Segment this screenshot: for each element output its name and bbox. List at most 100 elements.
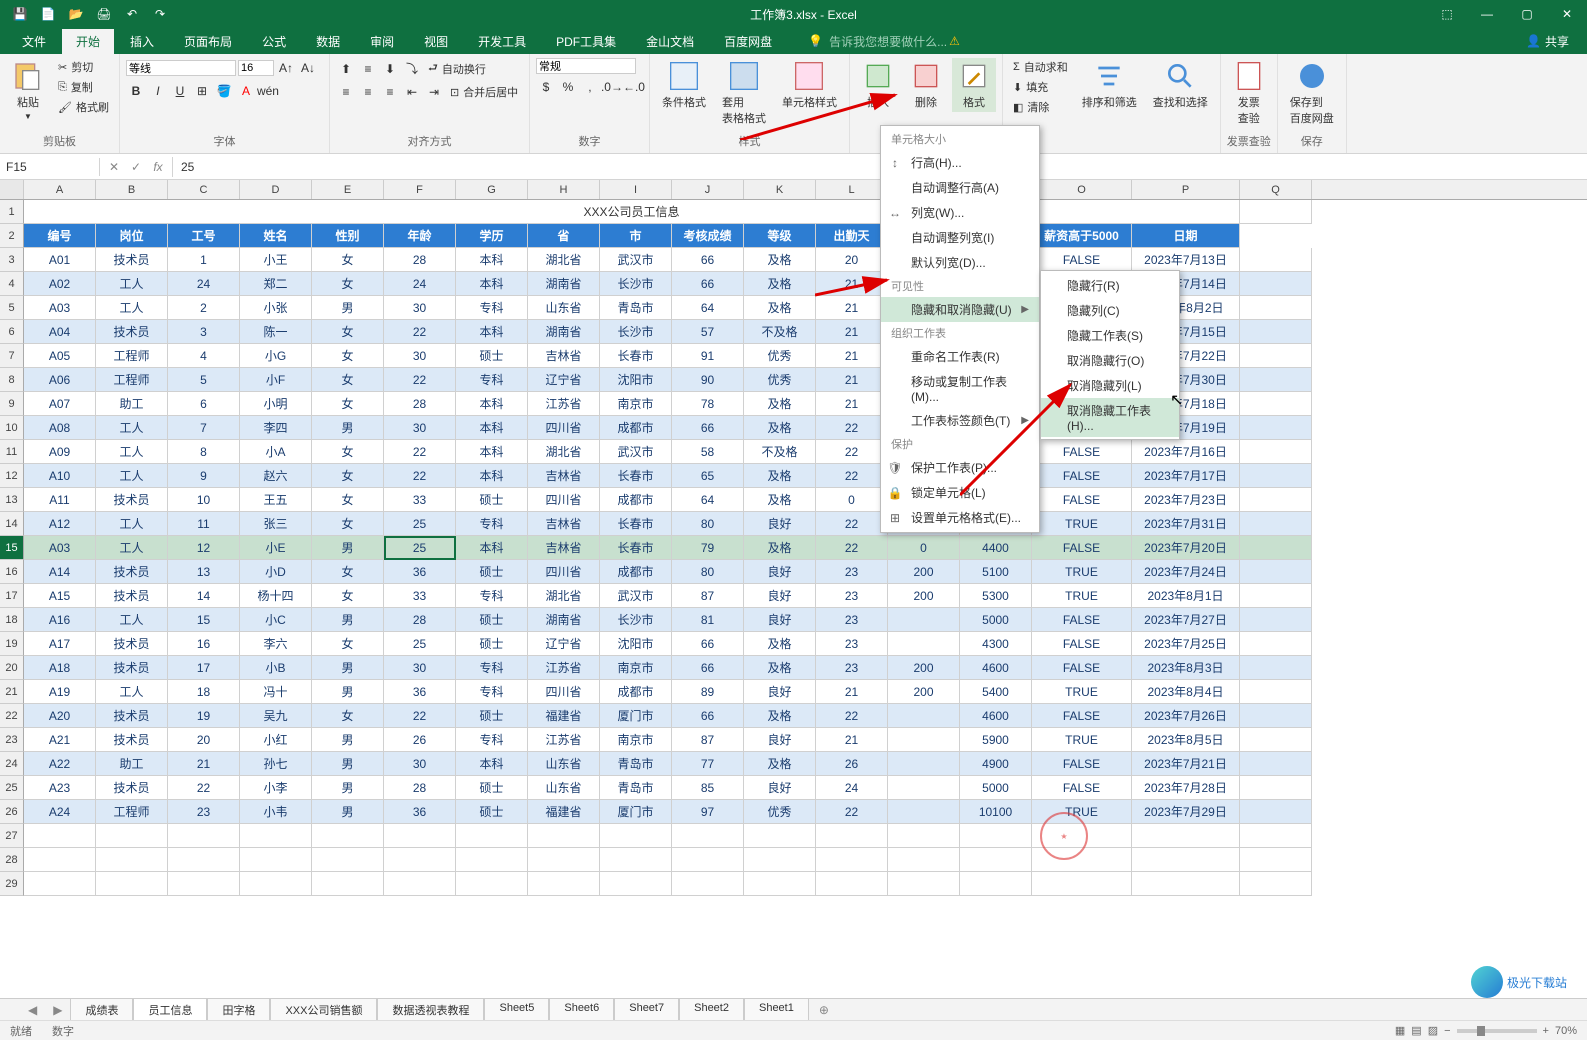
data-cell[interactable]: 2023年8月4日: [1132, 680, 1240, 704]
data-cell[interactable]: 赵六: [240, 464, 312, 488]
data-cell[interactable]: 冯十: [240, 680, 312, 704]
data-cell[interactable]: 女: [312, 320, 384, 344]
data-cell[interactable]: 2023年8月3日: [1132, 656, 1240, 680]
col-header-P[interactable]: P: [1132, 180, 1240, 199]
increase-font-icon[interactable]: A↑: [276, 58, 296, 78]
menu-protect-sheet[interactable]: 🛡保护工作表(P)...: [881, 455, 1039, 480]
submenu-unhide-rows[interactable]: 取消隐藏行(O): [1041, 348, 1179, 373]
sheet-tab[interactable]: 成绩表: [70, 998, 133, 1023]
tab-kingsoft[interactable]: 金山文档: [632, 29, 708, 54]
data-cell[interactable]: 57: [672, 320, 744, 344]
col-header-A[interactable]: A: [24, 180, 96, 199]
data-cell[interactable]: FALSE: [1032, 464, 1132, 488]
data-cell[interactable]: 25: [384, 512, 456, 536]
data-cell[interactable]: A18: [24, 656, 96, 680]
data-cell[interactable]: 良好: [744, 680, 816, 704]
data-cell[interactable]: 良好: [744, 776, 816, 800]
data-cell[interactable]: 2023年7月23日: [1132, 488, 1240, 512]
data-cell[interactable]: 23: [168, 800, 240, 824]
data-cell[interactable]: A01: [24, 248, 96, 272]
data-cell[interactable]: 2023年7月28日: [1132, 776, 1240, 800]
data-cell[interactable]: 11: [168, 512, 240, 536]
data-cell[interactable]: 17: [168, 656, 240, 680]
menu-autofit-row[interactable]: 自动调整行高(A): [881, 175, 1039, 200]
data-cell[interactable]: 16: [168, 632, 240, 656]
menu-rename-sheet[interactable]: 重命名工作表(R): [881, 344, 1039, 369]
data-cell[interactable]: 2023年7月20日: [1132, 536, 1240, 560]
data-cell[interactable]: 2023年7月17日: [1132, 464, 1240, 488]
sheet-tab[interactable]: XXX公司销售额: [270, 998, 377, 1023]
row-header-20[interactable]: 20: [0, 656, 24, 680]
data-cell[interactable]: 南京市: [600, 728, 672, 752]
data-cell[interactable]: 66: [672, 656, 744, 680]
sheet-tab[interactable]: Sheet2: [679, 998, 744, 1023]
data-cell[interactable]: 张三: [240, 512, 312, 536]
data-cell[interactable]: 小韦: [240, 800, 312, 824]
header-cell[interactable]: 年龄: [384, 224, 456, 248]
data-cell[interactable]: 女: [312, 632, 384, 656]
data-cell[interactable]: 硕士: [456, 632, 528, 656]
data-cell[interactable]: 女: [312, 464, 384, 488]
increase-decimal-icon[interactable]: .0→: [602, 77, 622, 97]
clear-button[interactable]: ◧清除: [1009, 98, 1072, 116]
data-cell[interactable]: 4900: [960, 752, 1032, 776]
fill-color-button[interactable]: 🪣: [214, 81, 234, 101]
data-cell[interactable]: 武汉市: [600, 248, 672, 272]
data-cell[interactable]: [888, 632, 960, 656]
row-header-18[interactable]: 18: [0, 608, 24, 632]
data-cell[interactable]: TRUE: [1032, 680, 1132, 704]
header-cell[interactable]: 市: [600, 224, 672, 248]
data-cell[interactable]: 200: [888, 584, 960, 608]
data-cell[interactable]: 2023年7月13日: [1132, 248, 1240, 272]
data-cell[interactable]: [888, 776, 960, 800]
data-cell[interactable]: 女: [312, 248, 384, 272]
data-cell[interactable]: 89: [672, 680, 744, 704]
data-cell[interactable]: A14: [24, 560, 96, 584]
data-cell[interactable]: A09: [24, 440, 96, 464]
data-cell[interactable]: 工人: [96, 608, 168, 632]
data-cell[interactable]: 97: [672, 800, 744, 824]
tab-review[interactable]: 审阅: [356, 29, 408, 54]
data-cell[interactable]: 本科: [456, 440, 528, 464]
view-page-icon[interactable]: ▤: [1411, 1024, 1421, 1037]
tab-baidu[interactable]: 百度网盘: [710, 29, 786, 54]
data-cell[interactable]: 6: [168, 392, 240, 416]
data-cell[interactable]: 女: [312, 560, 384, 584]
data-cell[interactable]: A22: [24, 752, 96, 776]
data-cell[interactable]: 助工: [96, 392, 168, 416]
data-cell[interactable]: 2023年7月16日: [1132, 440, 1240, 464]
data-cell[interactable]: 22: [384, 440, 456, 464]
tab-home[interactable]: 开始: [62, 29, 114, 54]
percent-icon[interactable]: %: [558, 77, 578, 97]
tab-data[interactable]: 数据: [302, 29, 354, 54]
data-cell[interactable]: FALSE: [1032, 776, 1132, 800]
data-cell[interactable]: 24: [168, 272, 240, 296]
data-cell[interactable]: 4600: [960, 656, 1032, 680]
data-cell[interactable]: 及格: [744, 296, 816, 320]
name-box[interactable]: F15: [0, 158, 100, 176]
data-cell[interactable]: 及格: [744, 416, 816, 440]
sort-filter-button[interactable]: 排序和筛选: [1076, 58, 1143, 112]
row-header-21[interactable]: 21: [0, 680, 24, 704]
data-cell[interactable]: 本科: [456, 464, 528, 488]
data-cell[interactable]: 专科: [456, 368, 528, 392]
data-cell[interactable]: 工程师: [96, 368, 168, 392]
cancel-formula-icon[interactable]: ✕: [104, 157, 124, 177]
data-cell[interactable]: 陈一: [240, 320, 312, 344]
data-cell[interactable]: FALSE: [1032, 656, 1132, 680]
data-cell[interactable]: 江苏省: [528, 656, 600, 680]
data-cell[interactable]: FALSE: [1032, 704, 1132, 728]
data-cell[interactable]: 2023年8月1日: [1132, 584, 1240, 608]
data-cell[interactable]: 10: [168, 488, 240, 512]
data-cell[interactable]: FALSE: [1032, 608, 1132, 632]
data-cell[interactable]: 本科: [456, 752, 528, 776]
data-cell[interactable]: 36: [384, 800, 456, 824]
data-cell[interactable]: 专科: [456, 680, 528, 704]
data-cell[interactable]: 22: [816, 800, 888, 824]
col-header-O[interactable]: O: [1032, 180, 1132, 199]
data-cell[interactable]: 9: [168, 464, 240, 488]
data-cell[interactable]: 2023年7月24日: [1132, 560, 1240, 584]
invoice-check-button[interactable]: 发票 查验: [1227, 58, 1271, 128]
row-header-3[interactable]: 3: [0, 248, 24, 272]
data-cell[interactable]: 王五: [240, 488, 312, 512]
